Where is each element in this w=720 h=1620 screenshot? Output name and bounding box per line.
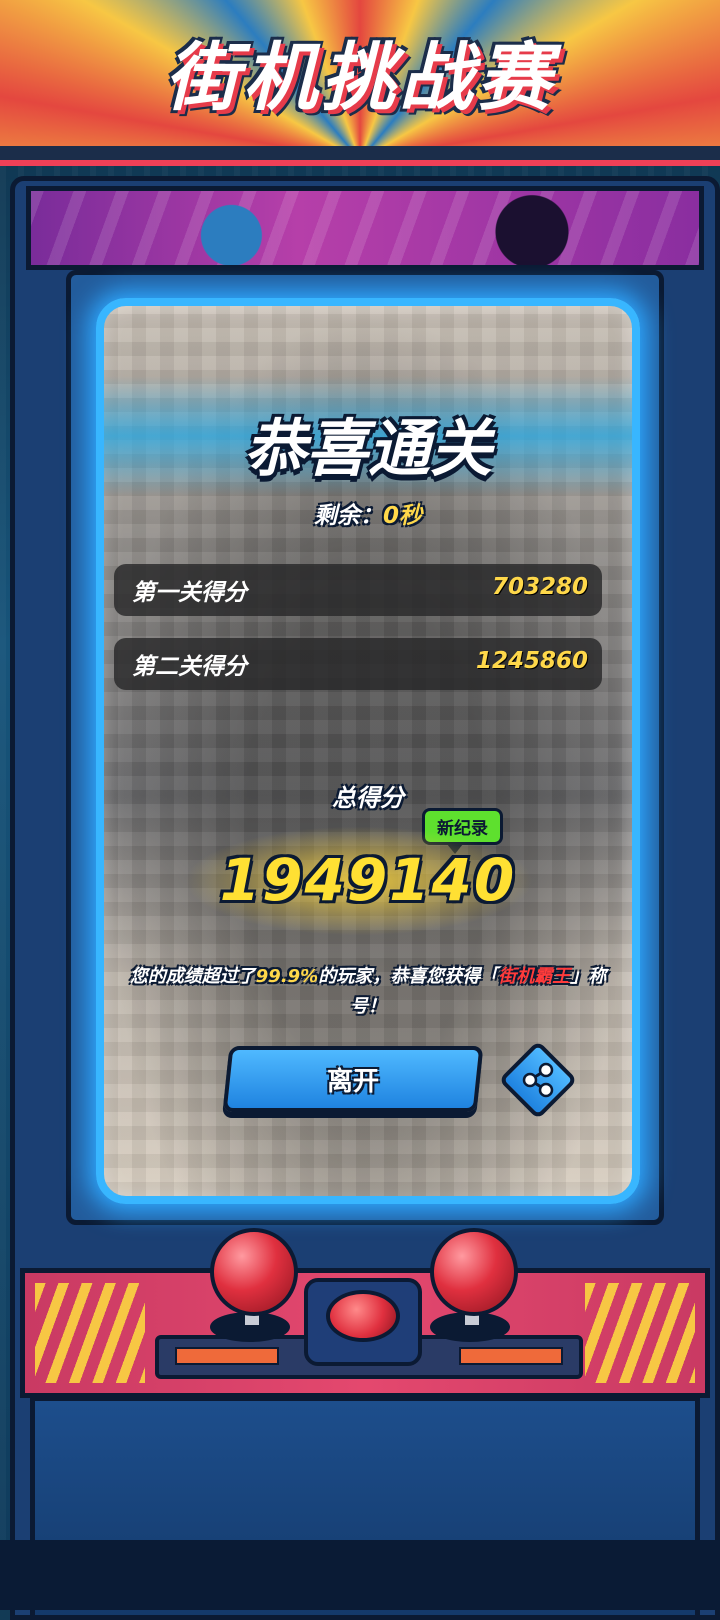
score-label: 第二关得分 bbox=[132, 654, 247, 680]
score-value: 703280 bbox=[491, 574, 588, 600]
leave-button[interactable]: 离开 bbox=[222, 1046, 484, 1112]
achievement-message: 您的成绩超过了99.9%的玩家，恭喜您获得「街机霸王」称号！ bbox=[124, 962, 612, 1022]
message-prefix: 您的成绩超过了 bbox=[129, 966, 256, 987]
coin-slot-right bbox=[459, 1347, 563, 1365]
panel-stripes-left bbox=[35, 1283, 145, 1383]
result-title: 恭喜通关 bbox=[243, 412, 492, 485]
message-middle: 的玩家，恭喜您获得「 bbox=[318, 966, 499, 987]
total-score-value: 1949140 bbox=[219, 846, 517, 914]
joystick-right bbox=[430, 1228, 518, 1316]
share-icon bbox=[522, 1062, 554, 1098]
marquee-art bbox=[31, 191, 699, 265]
header-banner: 街机挑战赛 bbox=[0, 0, 720, 166]
panel-stripes-right bbox=[585, 1283, 695, 1383]
leave-button-label: 离开 bbox=[326, 1066, 379, 1097]
score-label: 第一关得分 bbox=[132, 580, 247, 606]
remaining-label: 剩余： bbox=[313, 503, 383, 529]
joystick-left bbox=[210, 1228, 298, 1316]
total-score-label: 总得分 bbox=[332, 784, 404, 812]
message-title-name: 街机霸王 bbox=[498, 966, 571, 987]
remaining-time: 剩余：0秒 bbox=[104, 496, 632, 530]
score-value: 1245860 bbox=[475, 648, 588, 674]
cabinet-base bbox=[0, 1540, 720, 1610]
result-screen: 恭喜通关 剩余：0秒 第一关得分 703280 第二关得分 1245860 总得… bbox=[96, 298, 640, 1204]
coin-slot-left bbox=[175, 1347, 279, 1365]
score-row-stage-2: 第二关得分 1245860 bbox=[114, 638, 602, 690]
cabinet-marquee bbox=[26, 186, 704, 270]
score-row-stage-1: 第一关得分 703280 bbox=[114, 564, 602, 616]
remaining-value: 0秒 bbox=[382, 503, 422, 529]
banner-title: 街机挑战赛 bbox=[165, 35, 555, 121]
arcade-red-button bbox=[326, 1290, 400, 1342]
message-percent: 99.9% bbox=[255, 966, 319, 987]
